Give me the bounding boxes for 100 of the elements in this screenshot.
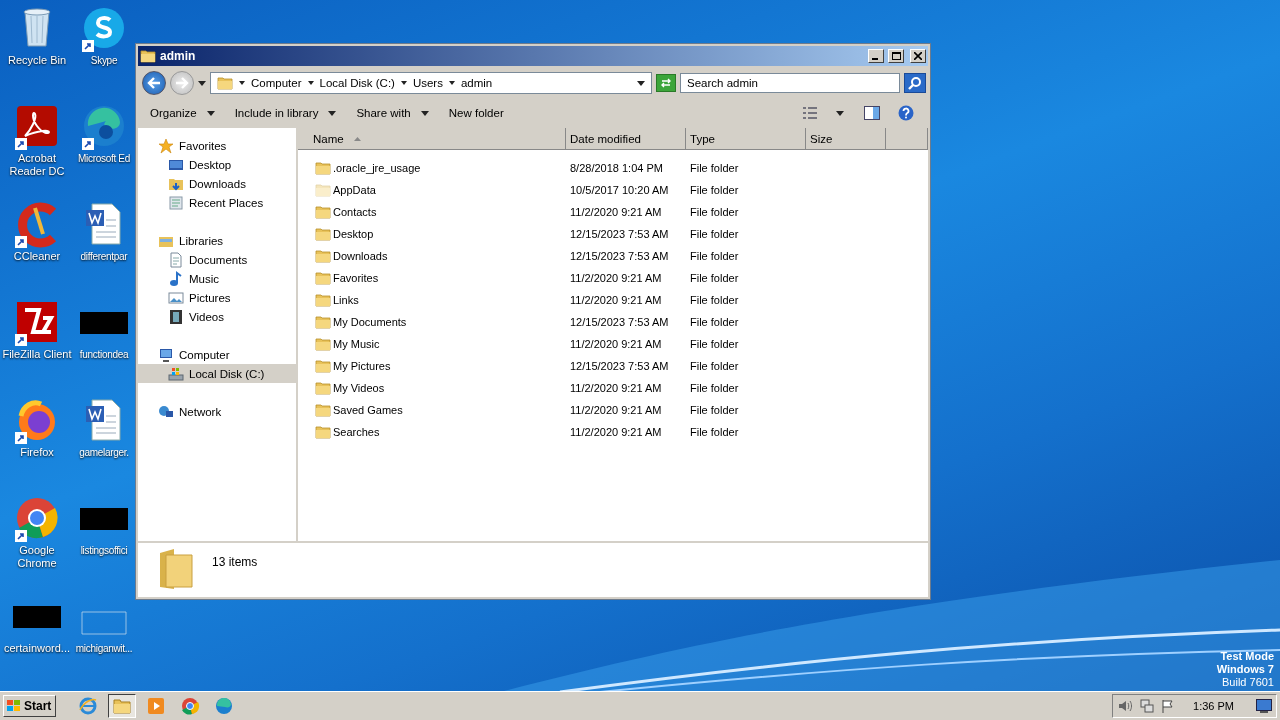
refresh-icon <box>660 78 672 88</box>
file-type: File folder <box>689 162 740 174</box>
nav-tree-item[interactable]: Downloads <box>138 174 296 193</box>
file-name[interactable]: Favorites <box>333 272 379 284</box>
date-modified: 11/2/2020 9:21 AM <box>569 338 663 350</box>
flag-icon[interactable] <box>1161 699 1176 713</box>
nav-tree-item[interactable]: Libraries <box>138 231 296 250</box>
toolbar-button[interactable]: Share with <box>348 103 437 123</box>
date-modified: 11/2/2020 9:21 AM <box>569 382 663 394</box>
star-icon <box>158 137 174 154</box>
nav-tree-item[interactable]: Favorites <box>138 136 296 155</box>
file-type: File folder <box>689 184 740 196</box>
file-name[interactable]: My Music <box>333 338 380 350</box>
nav-tree-item[interactable]: Desktop <box>138 155 296 174</box>
nav-tree-item[interactable]: Documents <box>138 250 296 269</box>
media-player-icon <box>146 696 167 716</box>
breadcrumb-item[interactable]: Local Disk (C:) <box>319 77 395 89</box>
desktop-icon-label: Recycle Bin <box>6 54 68 67</box>
desktop-icon-label: Acrobat Reader DC <box>8 152 66 178</box>
pictures-icon <box>168 289 184 306</box>
address-bar[interactable]: Computer Local Disk (C:) Users admin <box>210 72 652 94</box>
breadcrumb-item[interactable]: admin <box>460 77 493 89</box>
desktop-icon-label: Firefox <box>19 446 55 459</box>
taskbar-app-button[interactable] <box>108 694 137 718</box>
file-name[interactable]: My Pictures <box>333 360 391 372</box>
refresh-button[interactable] <box>656 74 676 92</box>
date-modified: 12/15/2023 7:53 AM <box>569 360 670 372</box>
browser-icon <box>78 696 99 716</box>
column-header[interactable]: Type <box>686 128 806 150</box>
column-header[interactable]: Size <box>806 128 886 150</box>
nav-tree-item[interactable]: Music <box>138 269 296 288</box>
date-modified: 11/2/2020 9:21 AM <box>569 294 663 306</box>
desktop-icon-label: Google Chrome <box>16 544 58 570</box>
dropdown-caret-icon <box>206 110 215 116</box>
maximize-icon <box>891 52 901 60</box>
folder-icon <box>140 48 156 64</box>
breadcrumb-item[interactable]: Computer <box>251 77 302 89</box>
file-type: File folder <box>689 404 740 416</box>
dropdown-caret-icon <box>420 110 429 116</box>
back-button[interactable] <box>142 71 166 95</box>
network-icon <box>158 403 174 420</box>
file-name[interactable]: Saved Games <box>333 404 403 416</box>
file-name[interactable]: My Videos <box>333 382 385 394</box>
desktop-icon-label: CCleaner <box>12 250 62 263</box>
file-name[interactable]: My Documents <box>333 316 407 328</box>
forward-button[interactable] <box>170 71 194 95</box>
system-info-text: Build 7601 <box>1222 676 1274 689</box>
help-icon[interactable] <box>898 105 914 121</box>
minimize-button[interactable] <box>868 49 884 63</box>
nav-tree-item[interactable]: Computer <box>138 345 296 364</box>
file-name[interactable]: Desktop <box>333 228 374 240</box>
nav-tree-item[interactable]: Videos <box>138 307 296 326</box>
file-name[interactable]: Contacts <box>333 206 377 218</box>
breadcrumb-item[interactable]: Users <box>412 77 443 89</box>
file-type: File folder <box>689 228 740 240</box>
file-name[interactable]: Searches <box>333 426 380 438</box>
close-button[interactable] <box>910 49 926 63</box>
folder-icon <box>112 696 133 716</box>
file-type: File folder <box>689 272 740 284</box>
nav-tree-item[interactable]: Local Disk (C:) <box>138 364 296 383</box>
maximize-button[interactable] <box>888 49 904 63</box>
date-modified: 11/2/2020 9:21 AM <box>569 426 663 438</box>
view-options-icon[interactable] <box>802 106 818 120</box>
file-name[interactable]: Links <box>333 294 359 306</box>
file-name[interactable]: .oracle_jre_usage <box>333 162 421 174</box>
column-header[interactable]: Name <box>298 128 566 150</box>
preview-pane-icon[interactable] <box>864 106 880 120</box>
desktop-icon-label: functiondea <box>79 348 129 361</box>
file-type: File folder <box>689 316 740 328</box>
column-header[interactable]: Date modified <box>566 128 686 150</box>
toolbar-button[interactable]: Include in library <box>226 103 345 123</box>
view-dropdown-icon <box>836 110 844 116</box>
nav-tree-item[interactable]: Pictures <box>138 288 296 307</box>
search-button[interactable] <box>904 73 926 93</box>
speaker-icon[interactable] <box>1117 699 1134 713</box>
toolbar-button[interactable]: Organize <box>142 103 223 123</box>
show-desktop-icon[interactable] <box>1256 699 1272 713</box>
date-modified: 12/15/2023 7:53 AM <box>569 316 670 328</box>
videos-icon <box>168 308 184 325</box>
document-icon <box>168 251 184 268</box>
file-type: File folder <box>689 426 740 438</box>
back-arrow-icon <box>147 77 161 89</box>
desktop-icon-label: listingsoffici <box>80 544 128 557</box>
date-modified: 8/28/2018 1:04 PM <box>569 162 664 174</box>
nav-tree-item[interactable]: Recent Places <box>138 193 296 212</box>
desktop-icon-label: gamelarger. <box>79 446 129 459</box>
search-field[interactable]: Search admin <box>680 73 900 93</box>
file-type: File folder <box>689 338 740 350</box>
nav-tree-item[interactable]: Network <box>138 402 296 421</box>
clock[interactable]: 1:36 PM <box>1193 700 1234 712</box>
history-dropdown-icon <box>198 80 206 86</box>
date-modified: 10/5/2017 10:20 AM <box>569 184 670 196</box>
file-name[interactable]: AppData <box>333 184 376 196</box>
toolbar-button[interactable]: New folder <box>440 103 512 123</box>
windows-logo-icon <box>6 699 22 713</box>
date-modified: 11/2/2020 9:21 AM <box>569 206 663 218</box>
file-name[interactable]: Downloads <box>333 250 388 262</box>
start-button[interactable]: Start <box>3 695 57 717</box>
network-icon[interactable] <box>1139 699 1156 713</box>
file-type: File folder <box>689 360 740 372</box>
